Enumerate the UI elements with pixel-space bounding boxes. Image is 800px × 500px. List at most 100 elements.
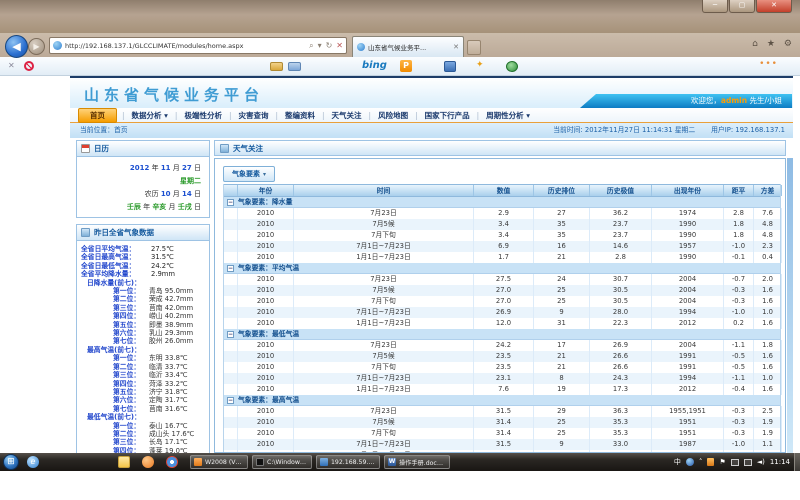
table-row[interactable]: 20107月5候23.52126.61991-0.51.6: [224, 351, 780, 362]
nav-item-5[interactable]: 天气关注: [325, 110, 369, 121]
settings-gear-icon[interactable]: ⚙: [784, 39, 792, 49]
group-row[interactable]: −气象要素：平均气温: [224, 263, 780, 274]
nav-item-2[interactable]: 极端性分析: [177, 110, 229, 121]
search-icon[interactable]: ⌕: [309, 38, 313, 53]
action-center-flag-icon[interactable]: ⚑: [719, 455, 725, 469]
start-button[interactable]: ⊞: [3, 454, 19, 470]
task-button-1[interactable]: C:\Windows\s...: [252, 455, 312, 469]
table-row[interactable]: 20107月23日2.92736.219742.87.6: [224, 208, 780, 219]
rank-heading: 最低气温(前七)：: [81, 413, 207, 421]
toolbar-app-icon-1[interactable]: [444, 61, 456, 72]
table-row[interactable]: 20107月23日27.52430.72004-0.72.0: [224, 274, 780, 285]
back-button[interactable]: ◀: [5, 35, 28, 58]
tray-update-icon[interactable]: [707, 458, 714, 466]
table-cell: 7月5候: [294, 219, 474, 230]
table-row[interactable]: 20107月下旬3.43523.719901.84.8: [224, 230, 780, 241]
toolbar-globe-icon[interactable]: [506, 61, 518, 72]
nav-item-4[interactable]: 整编资料: [278, 110, 322, 121]
bing-logo[interactable]: bing: [362, 60, 387, 71]
nav-item-1[interactable]: 数据分析 ▾: [125, 110, 175, 121]
language-indicator[interactable]: 中: [674, 455, 681, 469]
table-cell: -0.4: [724, 384, 754, 395]
address-bar[interactable]: http://192.168.137.1/GLCCLIMATE/modules/…: [49, 37, 347, 54]
toolbar-overflow-icon[interactable]: •••: [759, 59, 778, 69]
browser-tab[interactable]: 山东省气候业务平... ✕: [352, 36, 464, 57]
table-row[interactable]: 20107月下旬27.02530.52004-0.31.6: [224, 296, 780, 307]
calendar-text: 农历: [145, 190, 161, 198]
table-cell: -1.1: [724, 373, 754, 384]
pinned-browser-icon[interactable]: [166, 456, 178, 468]
stat-label: 全省平均降水量：: [81, 270, 151, 278]
minimize-button[interactable]: ─: [702, 0, 728, 13]
pp-icon[interactable]: P: [400, 60, 412, 72]
rank-label: 第二位：: [113, 363, 149, 371]
table-cell: 16: [534, 241, 590, 252]
pinned-app-icon[interactable]: [142, 456, 154, 468]
table-row[interactable]: 20101月1日~7月23日12.03122.320120.21.6: [224, 318, 780, 329]
tab-close-icon[interactable]: ✕: [453, 43, 459, 51]
maximize-button[interactable]: ▢: [729, 0, 755, 13]
table-row[interactable]: 20107月1日~7月23日23.1824.31994-1.11.0: [224, 373, 780, 384]
tab-favicon-icon: [357, 43, 365, 51]
task-button-2[interactable]: 192.168.59.99...: [316, 455, 380, 469]
table-row[interactable]: 20107月下旬23.52126.61991-0.51.6: [224, 362, 780, 373]
table-row[interactable]: 20107月1日~7月23日6.91614.61957-1.02.3: [224, 241, 780, 252]
group-row[interactable]: −气象要素：降水量: [224, 197, 780, 208]
card-icon-2[interactable]: [288, 62, 301, 71]
volume-icon[interactable]: ◄): [757, 455, 765, 469]
pinned-explorer-icon[interactable]: [118, 456, 130, 468]
collapse-icon[interactable]: −: [227, 199, 234, 206]
nav-item-8[interactable]: 周期性分析 ▾: [479, 110, 537, 121]
close-button[interactable]: ✕: [756, 0, 792, 13]
collapse-icon[interactable]: −: [227, 397, 234, 404]
table-row[interactable]: 20107月1日~7月23日31.5933.01987-1.01.1: [224, 439, 780, 450]
network-icon[interactable]: [731, 459, 739, 466]
meteo-element-button[interactable]: 气象要素▾: [223, 166, 275, 182]
favorites-star-icon[interactable]: ★: [767, 39, 775, 49]
table-row[interactable]: 20107月5候27.02530.52004-0.31.6: [224, 285, 780, 296]
task-button-label: W2008 (VS2...: [205, 459, 244, 466]
nav-item-6[interactable]: 风险地图: [371, 110, 415, 121]
group-row[interactable]: −气象要素：最低气温: [224, 329, 780, 340]
table-cell: 25: [534, 417, 590, 428]
table-row[interactable]: 20107月23日31.52936.31955,1951-0.32.5: [224, 406, 780, 417]
table-row[interactable]: 20101月1日~7月23日1.7212.81990-0.10.4: [224, 252, 780, 263]
stat-label: 全省日最高气温：: [81, 253, 151, 261]
home-icon[interactable]: ⌂: [752, 39, 758, 49]
block-icon[interactable]: [24, 61, 34, 71]
stop-icon[interactable]: ✕: [336, 38, 343, 53]
table-row[interactable]: 20101月1日~7月23日7.61917.32012-0.41.6: [224, 384, 780, 395]
task-button-3[interactable]: W操作手册.docx ...: [384, 455, 450, 469]
rank-value: 莒南 31.6℃: [149, 405, 188, 413]
nav-item-3[interactable]: 灾害查询: [231, 110, 275, 121]
tray-expand-icon[interactable]: ˄: [699, 455, 703, 469]
toolbar-sparkle-icon[interactable]: ✦: [476, 60, 484, 70]
forward-button[interactable]: ▶: [28, 38, 45, 55]
new-tab-button[interactable]: [467, 40, 481, 55]
column-header: 距平: [724, 185, 754, 196]
table-cell: 1951: [652, 417, 724, 428]
tray-app-icon[interactable]: [686, 458, 694, 466]
table-row[interactable]: 20107月5候3.43523.719901.84.8: [224, 219, 780, 230]
show-desktop-button[interactable]: [794, 453, 800, 471]
table-cell: -0.3: [724, 428, 754, 439]
table-row[interactable]: 20107月5候31.42535.31951-0.31.9: [224, 417, 780, 428]
card-icon-1[interactable]: [270, 62, 283, 71]
nav-item-7[interactable]: 国家下行产品: [418, 110, 477, 121]
collapse-icon[interactable]: −: [227, 331, 234, 338]
group-row[interactable]: −气象要素：最高气温: [224, 395, 780, 406]
pinned-ie-icon[interactable]: e: [27, 456, 39, 468]
table-row[interactable]: 20107月下旬31.42535.31951-0.31.9: [224, 428, 780, 439]
dropdown-icon[interactable]: ▾: [318, 38, 322, 53]
task-button-0[interactable]: W2008 (VS2...: [190, 455, 248, 469]
nav-item-0[interactable]: 首页: [78, 108, 117, 123]
table-row[interactable]: 20107月1日~7月23日26.9928.01994-1.01.0: [224, 307, 780, 318]
table-row[interactable]: 20107月23日24.21726.92004-1.11.8: [224, 340, 780, 351]
collapse-icon[interactable]: −: [227, 265, 234, 272]
table-cell: 2010: [238, 230, 294, 241]
table-cell: 1.6: [754, 296, 782, 307]
refresh-icon[interactable]: ↻: [326, 38, 333, 53]
toolbar-close-icon[interactable]: ✕: [8, 61, 15, 70]
taskbar-clock[interactable]: 11:14: [770, 458, 790, 466]
monitor-icon[interactable]: [744, 459, 752, 466]
